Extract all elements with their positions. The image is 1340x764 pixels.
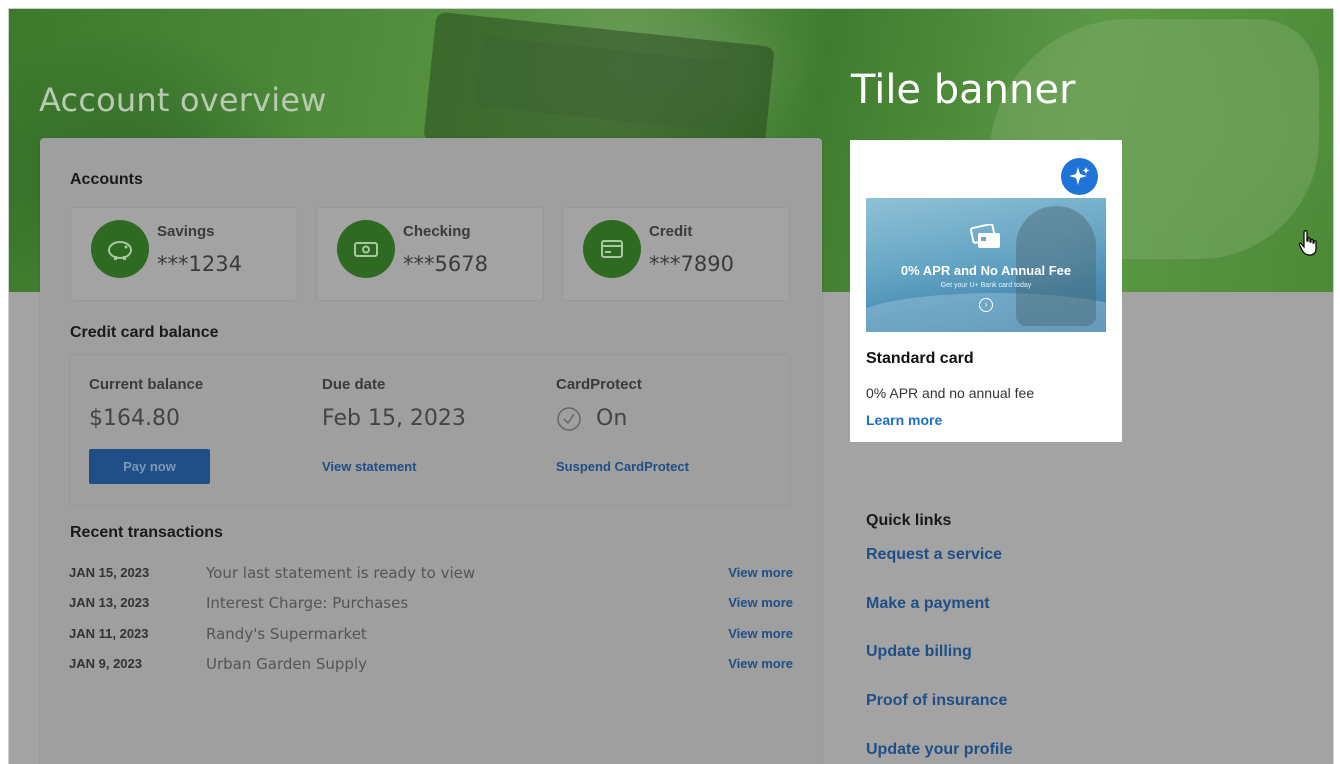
tile-title: Standard card xyxy=(866,350,974,367)
accounts-heading: Accounts xyxy=(70,171,143,188)
credit-balance-heading: Credit card balance xyxy=(70,324,219,341)
credit-card-icon xyxy=(968,223,1004,259)
transaction-description: Urban Garden Supply xyxy=(206,655,367,673)
credit-card-icon xyxy=(583,220,641,278)
account-card-checking[interactable]: Checking ***5678 xyxy=(316,207,544,301)
due-date-label: Due date xyxy=(322,376,386,393)
account-name: Checking xyxy=(403,223,471,240)
piggy-bank-icon xyxy=(91,220,149,278)
transaction-date: JAN 11, 2023 xyxy=(69,626,149,641)
tile-banner-card[interactable]: 0% APR and No Annual Fee Get your U+ Ban… xyxy=(850,140,1122,442)
current-balance-value: $164.80 xyxy=(89,406,180,431)
account-name: Credit xyxy=(649,223,693,240)
sparkle-icon xyxy=(1061,158,1098,195)
account-name: Savings xyxy=(157,223,215,240)
tile-description: 0% APR and no annual fee xyxy=(866,385,1035,401)
transaction-date: JAN 15, 2023 xyxy=(69,565,150,580)
transaction-description: Your last statement is ready to view xyxy=(206,564,476,582)
promo-image[interactable]: 0% APR and No Annual Fee Get your U+ Ban… xyxy=(866,198,1106,332)
current-balance-label: Current balance xyxy=(89,376,204,393)
quick-link-update-profile[interactable]: Update your profile xyxy=(866,741,1013,759)
promo-subline: Get your U+ Bank card today xyxy=(940,282,1032,289)
view-more-link[interactable]: View more xyxy=(728,626,793,641)
promo-headline: 0% APR and No Annual Fee xyxy=(900,263,1072,278)
learn-more-link[interactable]: Learn more xyxy=(866,412,942,428)
chevron-right-icon[interactable]: › xyxy=(979,298,993,312)
account-card-credit[interactable]: Credit ***7890 xyxy=(562,207,790,301)
hand-cursor-icon xyxy=(1298,229,1320,262)
transaction-row: JAN 9, 2023 Urban Garden Supply View mor… xyxy=(69,655,793,676)
transaction-description: Interest Charge: Purchases xyxy=(206,594,409,612)
cardprotect-status: On xyxy=(596,406,628,431)
transaction-description: Randy's Supermarket xyxy=(206,625,367,643)
account-number: ***5678 xyxy=(403,252,488,276)
transaction-date: JAN 13, 2023 xyxy=(69,595,150,610)
account-number: ***1234 xyxy=(157,252,242,276)
quick-links-title: Quick links xyxy=(866,512,952,529)
transaction-row: JAN 11, 2023 Randy's Supermarket View mo… xyxy=(69,625,793,646)
cardprotect-label: CardProtect xyxy=(556,376,642,393)
account-overview-panel: Accounts Savings ***1234 Checking ***567… xyxy=(40,138,822,764)
account-number: ***7890 xyxy=(649,252,734,276)
view-more-link[interactable]: View more xyxy=(728,656,793,671)
quick-link-proof-insurance[interactable]: Proof of insurance xyxy=(866,692,1007,710)
cash-icon xyxy=(337,220,395,278)
tile-banner-title: Tile banner xyxy=(851,67,1076,113)
quick-link-make-payment[interactable]: Make a payment xyxy=(866,595,990,613)
view-more-link[interactable]: View more xyxy=(728,595,793,610)
pay-now-button[interactable]: Pay now xyxy=(89,449,210,484)
quick-link-update-billing[interactable]: Update billing xyxy=(866,643,972,661)
transaction-date: JAN 9, 2023 xyxy=(69,656,142,671)
quick-links-panel: Quick links Request a service Make a pay… xyxy=(848,474,1128,764)
due-date-value: Feb 15, 2023 xyxy=(322,406,466,431)
credit-balance-box: Current balance $164.80 Pay now Due date… xyxy=(69,354,791,506)
suspend-cardprotect-link[interactable]: Suspend CardProtect xyxy=(556,459,689,474)
account-card-savings[interactable]: Savings ***1234 xyxy=(70,207,298,301)
recent-transactions-heading: Recent transactions xyxy=(70,524,223,541)
app-frame: Account overview Tile banner Accounts Sa… xyxy=(8,8,1334,764)
check-circle-icon xyxy=(556,406,582,432)
view-more-link[interactable]: View more xyxy=(728,565,793,580)
view-statement-link[interactable]: View statement xyxy=(322,459,416,474)
transaction-row: JAN 15, 2023 Your last statement is read… xyxy=(69,564,793,585)
quick-link-request-service[interactable]: Request a service xyxy=(866,546,1002,564)
transaction-row: JAN 13, 2023 Interest Charge: Purchases … xyxy=(69,594,793,615)
page-title: Account overview xyxy=(39,81,327,119)
